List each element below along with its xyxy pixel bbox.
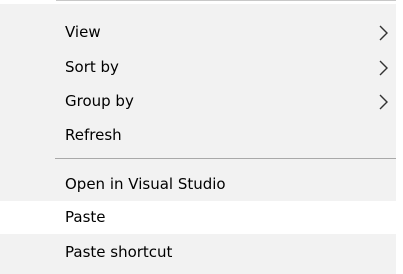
menu-item-refresh[interactable]: Refresh [0,119,396,152]
context-menu: View Sort by Group by Refresh Open in Vi… [0,0,403,274]
menu-item-paste[interactable]: Paste [0,201,396,234]
menu-separator [55,158,396,159]
menu-top-border [56,0,396,1]
menu-item-group-by-label: Group by [65,92,134,110]
chevron-right-icon [379,60,388,76]
menu-item-group-by[interactable]: Group by [0,85,396,118]
menu-item-sort-by[interactable]: Sort by [0,51,396,84]
menu-item-paste-shortcut-label: Paste shortcut [65,243,173,261]
menu-item-view[interactable]: View [0,16,396,49]
menu-item-sort-by-label: Sort by [65,58,119,76]
chevron-right-icon [379,25,388,41]
menu-item-open-in-visual-studio[interactable]: Open in Visual Studio [0,168,396,201]
menu-item-paste-shortcut[interactable]: Paste shortcut [0,236,396,269]
menu-item-paste-label: Paste [65,208,106,226]
chevron-right-icon [379,94,388,110]
menu-right-edge [396,0,403,274]
menu-top-edge [0,0,403,4]
menu-item-view-label: View [65,23,101,41]
menu-item-open-in-visual-studio-label: Open in Visual Studio [65,175,226,193]
menu-item-refresh-label: Refresh [65,126,122,144]
